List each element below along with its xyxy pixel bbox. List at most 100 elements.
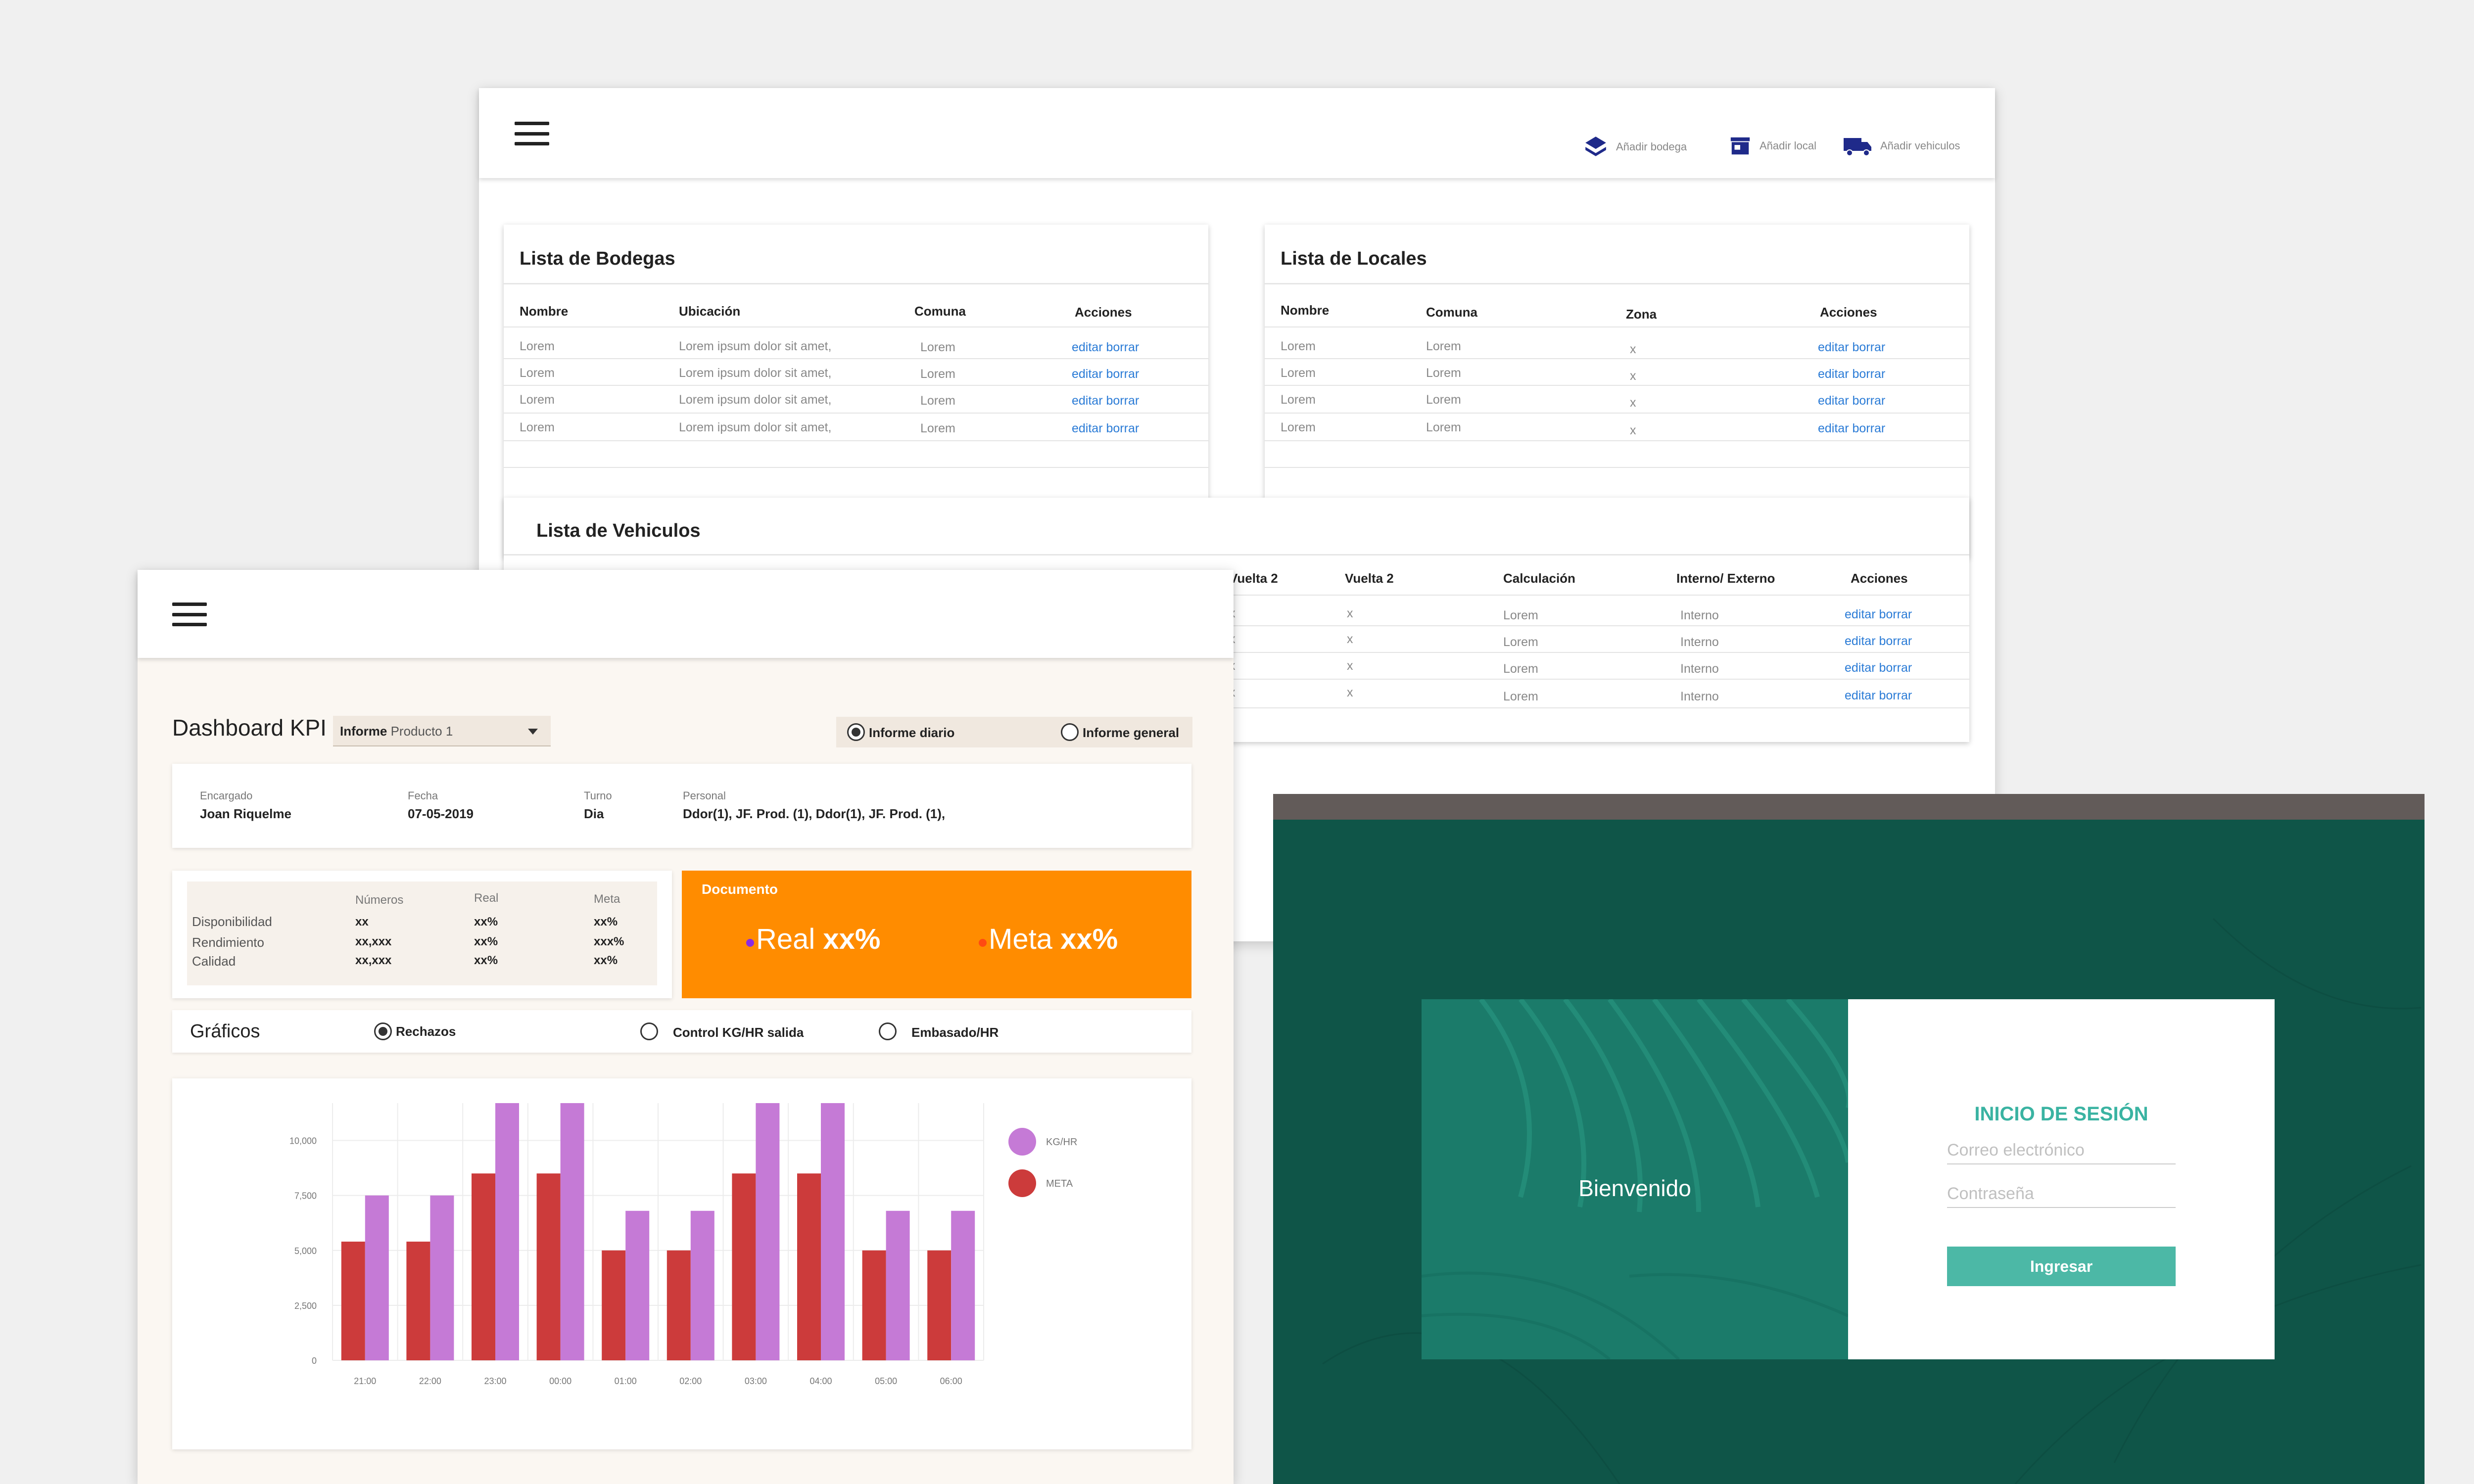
table-cell: Lorem xyxy=(1503,690,1538,703)
dashboard-window: Dashboard KPI Informe Producto 1 Informe… xyxy=(138,570,1234,1484)
meta-label: Meta xyxy=(989,923,1052,955)
info-value: Dia xyxy=(584,806,604,821)
add-local-button[interactable]: Añadir local xyxy=(1729,135,1816,157)
radio-control-kg-hr[interactable] xyxy=(640,1022,658,1040)
edit-delete-link[interactable]: editar borrar xyxy=(1818,421,1885,436)
kpi-row-name: Disponibilidad xyxy=(192,914,272,929)
table-cell: Lorem ipsum dolor sit amet, xyxy=(679,366,832,380)
store-icon xyxy=(1730,137,1750,155)
x-tick-label: 02:00 xyxy=(679,1376,702,1386)
table-cell: Interno xyxy=(1680,690,1719,703)
x-tick-label: 03:00 xyxy=(745,1376,767,1386)
bar-kg-hr xyxy=(430,1195,454,1360)
add-bodega-label: Añadir bodega xyxy=(1616,140,1687,153)
table-cell: Lorem xyxy=(520,366,555,380)
x-tick-label: 04:00 xyxy=(809,1376,832,1386)
bodegas-header: Acciones xyxy=(1075,305,1132,320)
real-dot-icon xyxy=(746,939,754,947)
edit-delete-link[interactable]: editar borrar xyxy=(1845,634,1912,649)
layers-icon xyxy=(1585,137,1606,156)
bar-chart: 0 2,500 5,000 7,500 10,000 21:00 22:00 23:00 00:… xyxy=(289,1103,1077,1386)
edit-delete-link[interactable]: editar borrar xyxy=(1818,394,1885,408)
meta-dot-icon xyxy=(979,939,987,947)
bar-kg-hr xyxy=(756,1103,780,1360)
bar-kg-hr xyxy=(625,1210,650,1360)
table-cell: Lorem xyxy=(1281,366,1316,380)
info-value: Ddor(1), JF. Prod. (1), Ddor(1), JF. Pro… xyxy=(683,806,946,821)
info-value: Joan Riquelme xyxy=(200,806,291,821)
table-cell: Lorem ipsum dolor sit amet, xyxy=(679,420,832,434)
bar-meta xyxy=(732,1173,756,1360)
bodegas-title: Lista de Bodegas xyxy=(520,248,675,269)
x-tick-label: 23:00 xyxy=(484,1376,506,1386)
menu-icon[interactable] xyxy=(515,122,549,145)
y-tick-label: 2,500 xyxy=(294,1301,317,1311)
table-cell: x xyxy=(1630,369,1636,383)
edit-delete-link[interactable]: editar borrar xyxy=(1072,340,1139,355)
edit-delete-link[interactable]: editar borrar xyxy=(1072,394,1139,408)
vehiculos-header: Interno/ Externo xyxy=(1676,571,1775,586)
table-cell: Lorem xyxy=(1426,366,1461,380)
info-label: Encargado xyxy=(200,789,253,802)
edit-delete-link[interactable]: editar borrar xyxy=(1845,689,1912,703)
edit-delete-link[interactable]: editar borrar xyxy=(1072,421,1139,436)
bar-meta xyxy=(927,1250,952,1360)
shift-info-card: Encargado Joan Riquelme Fecha 07-05-2019… xyxy=(172,764,1191,848)
locales-header: Acciones xyxy=(1820,305,1877,320)
x-tick-label: 06:00 xyxy=(940,1376,962,1386)
admin-topbar: Añadir bodega Añadir local Añadir vehicu… xyxy=(479,88,1995,178)
table-cell: Interno xyxy=(1680,662,1719,676)
locales-header: Comuna xyxy=(1426,305,1477,320)
table-cell: Interno xyxy=(1680,608,1719,622)
table-cell: Lorem xyxy=(1281,420,1316,434)
login-button[interactable]: Ingresar xyxy=(1947,1247,2176,1286)
kpi-value: xx,xxx xyxy=(355,954,392,967)
kpi-value: xx% xyxy=(474,915,498,928)
radio-informe-general[interactable] xyxy=(1061,723,1079,741)
bar-kg-hr xyxy=(560,1103,584,1360)
radio-label: Embasado/HR xyxy=(911,1025,999,1040)
menu-icon[interactable] xyxy=(172,603,207,626)
edit-delete-link[interactable]: editar borrar xyxy=(1845,661,1912,675)
kpi-table-card: Números Real Meta Disponibilidad xx xx% … xyxy=(172,871,672,998)
x-tick-label: 01:00 xyxy=(615,1376,637,1386)
radio-embasado-hr[interactable] xyxy=(879,1022,897,1040)
table-cell: x xyxy=(1630,342,1636,356)
vehiculos-header: Vuelta 2 xyxy=(1229,571,1278,586)
add-local-label: Añadir local xyxy=(1760,139,1816,152)
table-cell: Lorem xyxy=(920,367,955,381)
edit-delete-link[interactable]: editar borrar xyxy=(1818,367,1885,381)
vehiculos-header: Acciones xyxy=(1851,571,1908,586)
bar-meta xyxy=(536,1173,561,1360)
bar-meta xyxy=(862,1250,886,1360)
table-cell: Interno xyxy=(1680,635,1719,649)
edit-delete-link[interactable]: editar borrar xyxy=(1818,340,1885,355)
edit-delete-link[interactable]: editar borrar xyxy=(1845,607,1912,622)
vehiculos-header: Calculación xyxy=(1503,571,1575,586)
password-field[interactable]: Contraseña xyxy=(1947,1180,2176,1208)
real-value: xx% xyxy=(823,923,881,955)
kpi-row-name: Rendimiento xyxy=(192,935,264,950)
kpi-header: Real xyxy=(474,891,499,905)
radio-informe-diario[interactable] xyxy=(847,723,865,741)
bar-kg-hr xyxy=(821,1103,845,1360)
add-bodega-button[interactable]: Añadir bodega xyxy=(1583,135,1687,159)
info-label: Turno xyxy=(584,789,612,802)
add-vehiculo-button[interactable]: Añadir vehiculos xyxy=(1843,135,1960,157)
x-tick-label: 05:00 xyxy=(875,1376,897,1386)
bar-meta xyxy=(797,1173,821,1360)
product-select[interactable]: Informe Producto 1 xyxy=(333,716,551,746)
legend-label: KG/HR xyxy=(1046,1137,1077,1148)
table-cell: Lorem ipsum dolor sit amet, xyxy=(679,393,832,407)
kpi-value: xx% xyxy=(474,954,498,967)
chevron-down-icon xyxy=(528,729,538,735)
radio-rechazos[interactable] xyxy=(374,1022,392,1040)
graficos-bar: Gráficos Rechazos Control KG/HR salida E… xyxy=(172,1010,1191,1053)
edit-delete-link[interactable]: editar borrar xyxy=(1072,367,1139,381)
kpi-value: xx% xyxy=(594,915,618,928)
email-field[interactable]: Correo electrónico xyxy=(1947,1137,2176,1164)
table-cell: Lorem xyxy=(1281,339,1316,353)
table-cell: Lorem ipsum dolor sit amet, xyxy=(679,339,832,353)
bar-kg-hr xyxy=(886,1210,910,1360)
table-cell: x xyxy=(1347,606,1353,620)
